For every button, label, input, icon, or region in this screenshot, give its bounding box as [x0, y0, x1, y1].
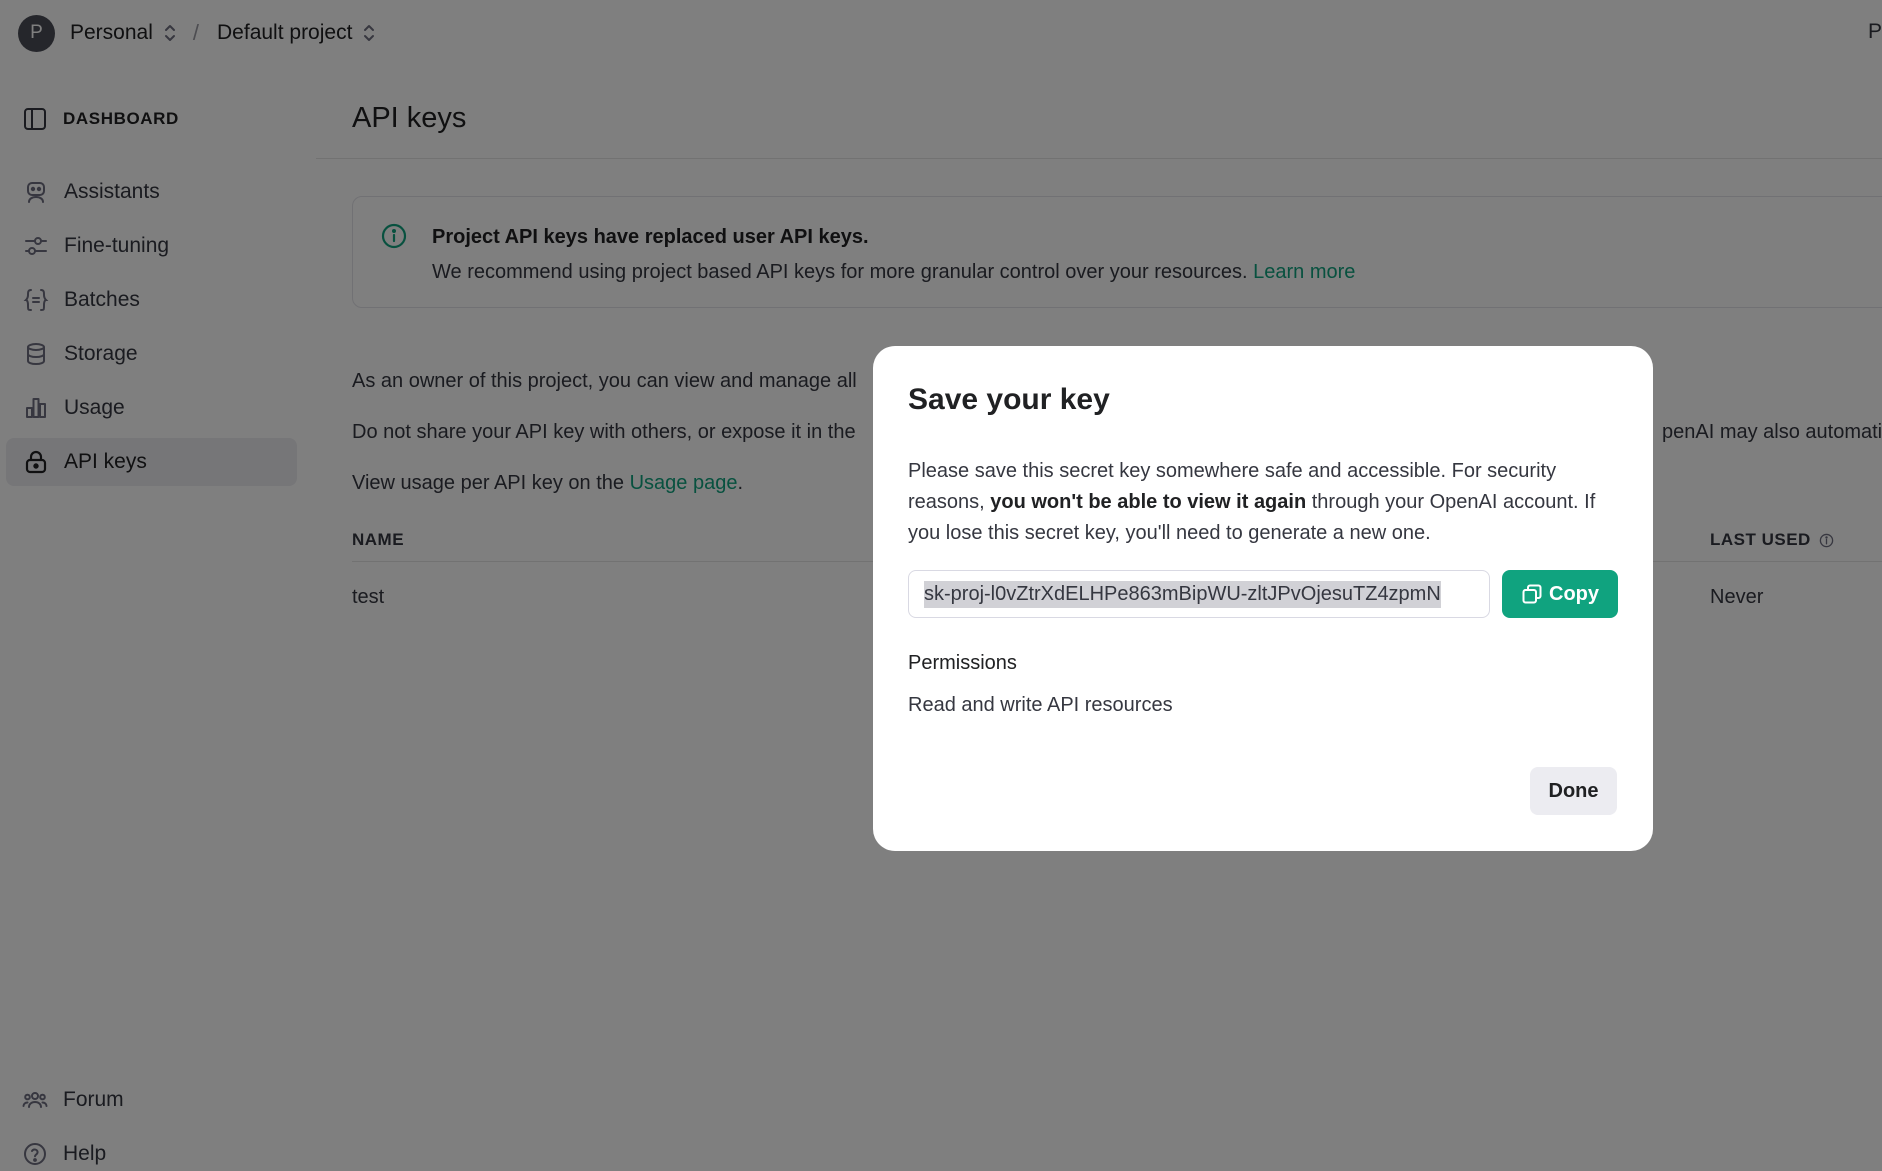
permissions-value: Read and write API resources	[908, 694, 1173, 716]
secret-key-value[interactable]: sk-proj-l0vZtrXdELHPe863mBipWU-zltJPvOje…	[924, 580, 1441, 608]
secret-key-field[interactable]: sk-proj-l0vZtrXdELHPe863mBipWU-zltJPvOje…	[908, 570, 1490, 618]
dialog-text-bold: you won't be able to view it again	[990, 491, 1307, 513]
dialog-description: Please save this secret key somewhere sa…	[908, 456, 1618, 549]
save-key-dialog: Save your key Please save this secret ke…	[873, 346, 1653, 851]
done-button[interactable]: Done	[1530, 767, 1617, 815]
app-root: P Personal / Default project P DASHBOARD…	[0, 0, 1882, 1171]
dialog-title: Save your key	[908, 383, 1110, 416]
copy-button-label: Copy	[1549, 582, 1599, 605]
copy-icon	[1521, 583, 1543, 605]
copy-button[interactable]: Copy	[1502, 570, 1618, 618]
permissions-heading: Permissions	[908, 652, 1017, 674]
